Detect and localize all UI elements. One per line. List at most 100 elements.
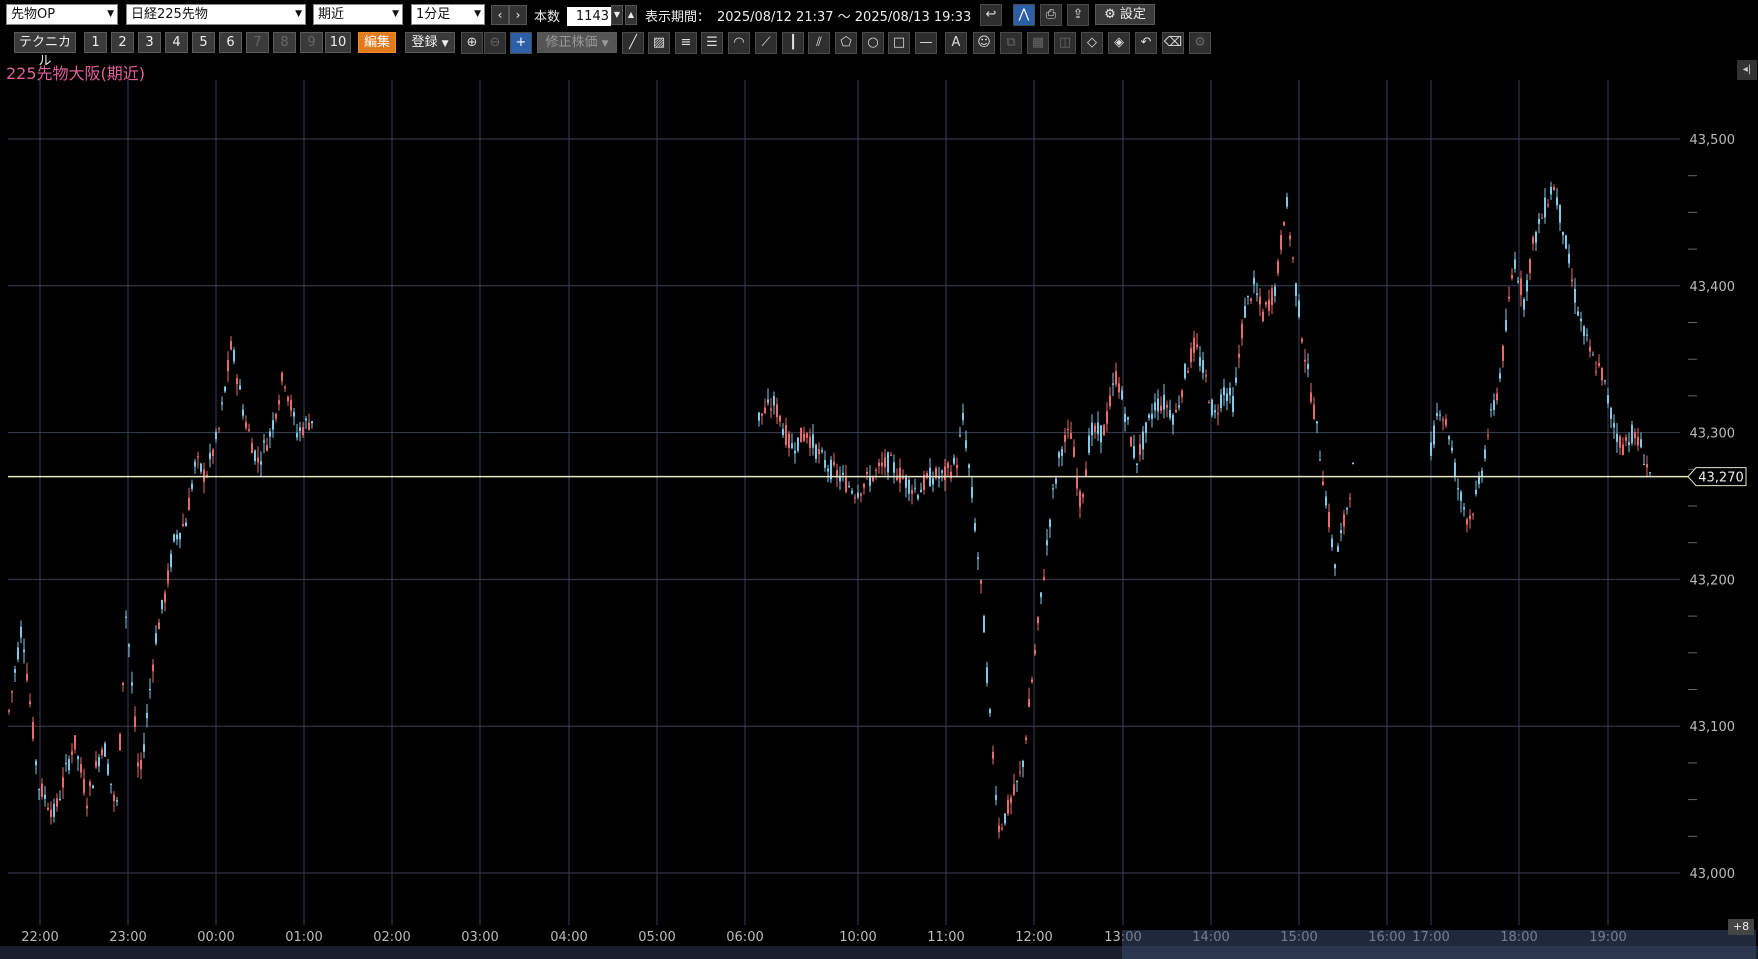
candle-body [1499,373,1501,379]
candle-body [1532,237,1534,244]
candle-body [1298,300,1300,318]
candle-body [1031,679,1033,683]
candle-body [20,626,22,638]
candle-body [1139,443,1141,455]
candle-body [266,444,268,451]
candle-body [221,402,223,405]
candle-body [1343,514,1345,527]
candle-body [809,436,811,448]
price-chart[interactable]: 43,500 43,400 43,300 43,200 43,100 43,000 22:0… [0,0,1758,959]
candle-body [1127,417,1129,420]
nav-badge[interactable]: +8 [1728,919,1754,935]
candle-body [1082,494,1084,498]
candle-body [50,809,52,818]
candle-body [944,466,946,480]
candle-body [908,479,910,494]
y-tick-label: 43,500 [1690,133,1736,148]
candle-body [89,781,91,787]
candle-body [797,437,799,451]
candle-body [188,497,190,511]
candle-body [1067,428,1069,430]
candle-body [1076,476,1078,489]
candle-body [1301,338,1303,342]
candle-body [1244,305,1246,318]
candle-body [773,396,775,406]
candle-body [1256,293,1258,296]
y-tick-label: 43,200 [1690,573,1736,588]
candle-body [74,735,76,750]
candle-body [1145,422,1147,433]
candle-body [1517,280,1519,282]
candle-body [119,733,121,751]
y-tick-label: 43,400 [1690,280,1736,295]
candle-body [1163,394,1165,410]
candle-body [1325,496,1327,506]
candle-body [1316,421,1318,424]
candle-body [1283,221,1285,226]
candle-body [1352,463,1354,465]
candle-body [137,762,139,767]
candle-body [1586,334,1588,336]
candle-body [1061,449,1063,456]
candle-body [1226,393,1228,402]
candle-body [200,463,202,472]
candle-body [1046,540,1048,546]
candle-body [1550,186,1552,195]
candle-body [875,469,877,471]
candle-body [1637,437,1639,446]
candle-body [914,487,916,489]
candle-body [92,785,94,789]
candle-body [293,412,295,417]
candle-body [1544,197,1546,218]
candle-body [1331,538,1333,548]
candle-body [56,798,58,807]
candle-body [1616,433,1618,442]
candle-body [1292,257,1294,259]
candle-body [947,463,949,469]
candle-body [239,385,241,390]
candle-body [86,805,88,809]
candle-body [305,418,307,421]
candle-body [1445,419,1447,426]
candle-body [251,443,253,454]
candle-body [1085,469,1087,477]
x-tick-label: 10:00 [839,930,876,945]
candle-body [1223,387,1225,396]
candle-body [1241,323,1243,339]
candle-body [1118,383,1120,393]
candle-body [1451,447,1453,451]
candle-body [167,570,169,583]
candle-body [1073,447,1075,457]
candle-body [161,600,163,610]
candle-body [212,449,214,456]
candle-body [1535,231,1537,243]
candle-body [1337,546,1339,552]
candle-body [1277,261,1279,274]
candle-body [824,459,826,468]
candle-body [1436,413,1438,417]
candle-body [245,422,247,428]
candle-body [1271,288,1273,306]
collapse-panel-icon[interactable]: ◂| [1737,60,1757,80]
x-tick-label: 01:00 [285,930,322,945]
candle-body [1037,617,1039,624]
candle-body [164,592,166,603]
candle-body [983,616,985,633]
candle-body [782,429,784,436]
candle-body [125,616,127,618]
candle-body [1598,363,1600,366]
candle-body [995,794,997,800]
candle-body [116,800,118,802]
candle-body [776,404,778,418]
candle-body [1631,424,1633,444]
candle-body [158,622,160,630]
candle-body [1142,431,1144,450]
candle-body [14,669,16,673]
candle-body [1484,449,1486,459]
candle-body [812,434,814,448]
candle-body [1157,398,1159,412]
candle-body [1121,390,1123,400]
x-tick-label: 23:00 [109,930,146,945]
candle-body [269,431,271,437]
candle-body [65,762,67,765]
